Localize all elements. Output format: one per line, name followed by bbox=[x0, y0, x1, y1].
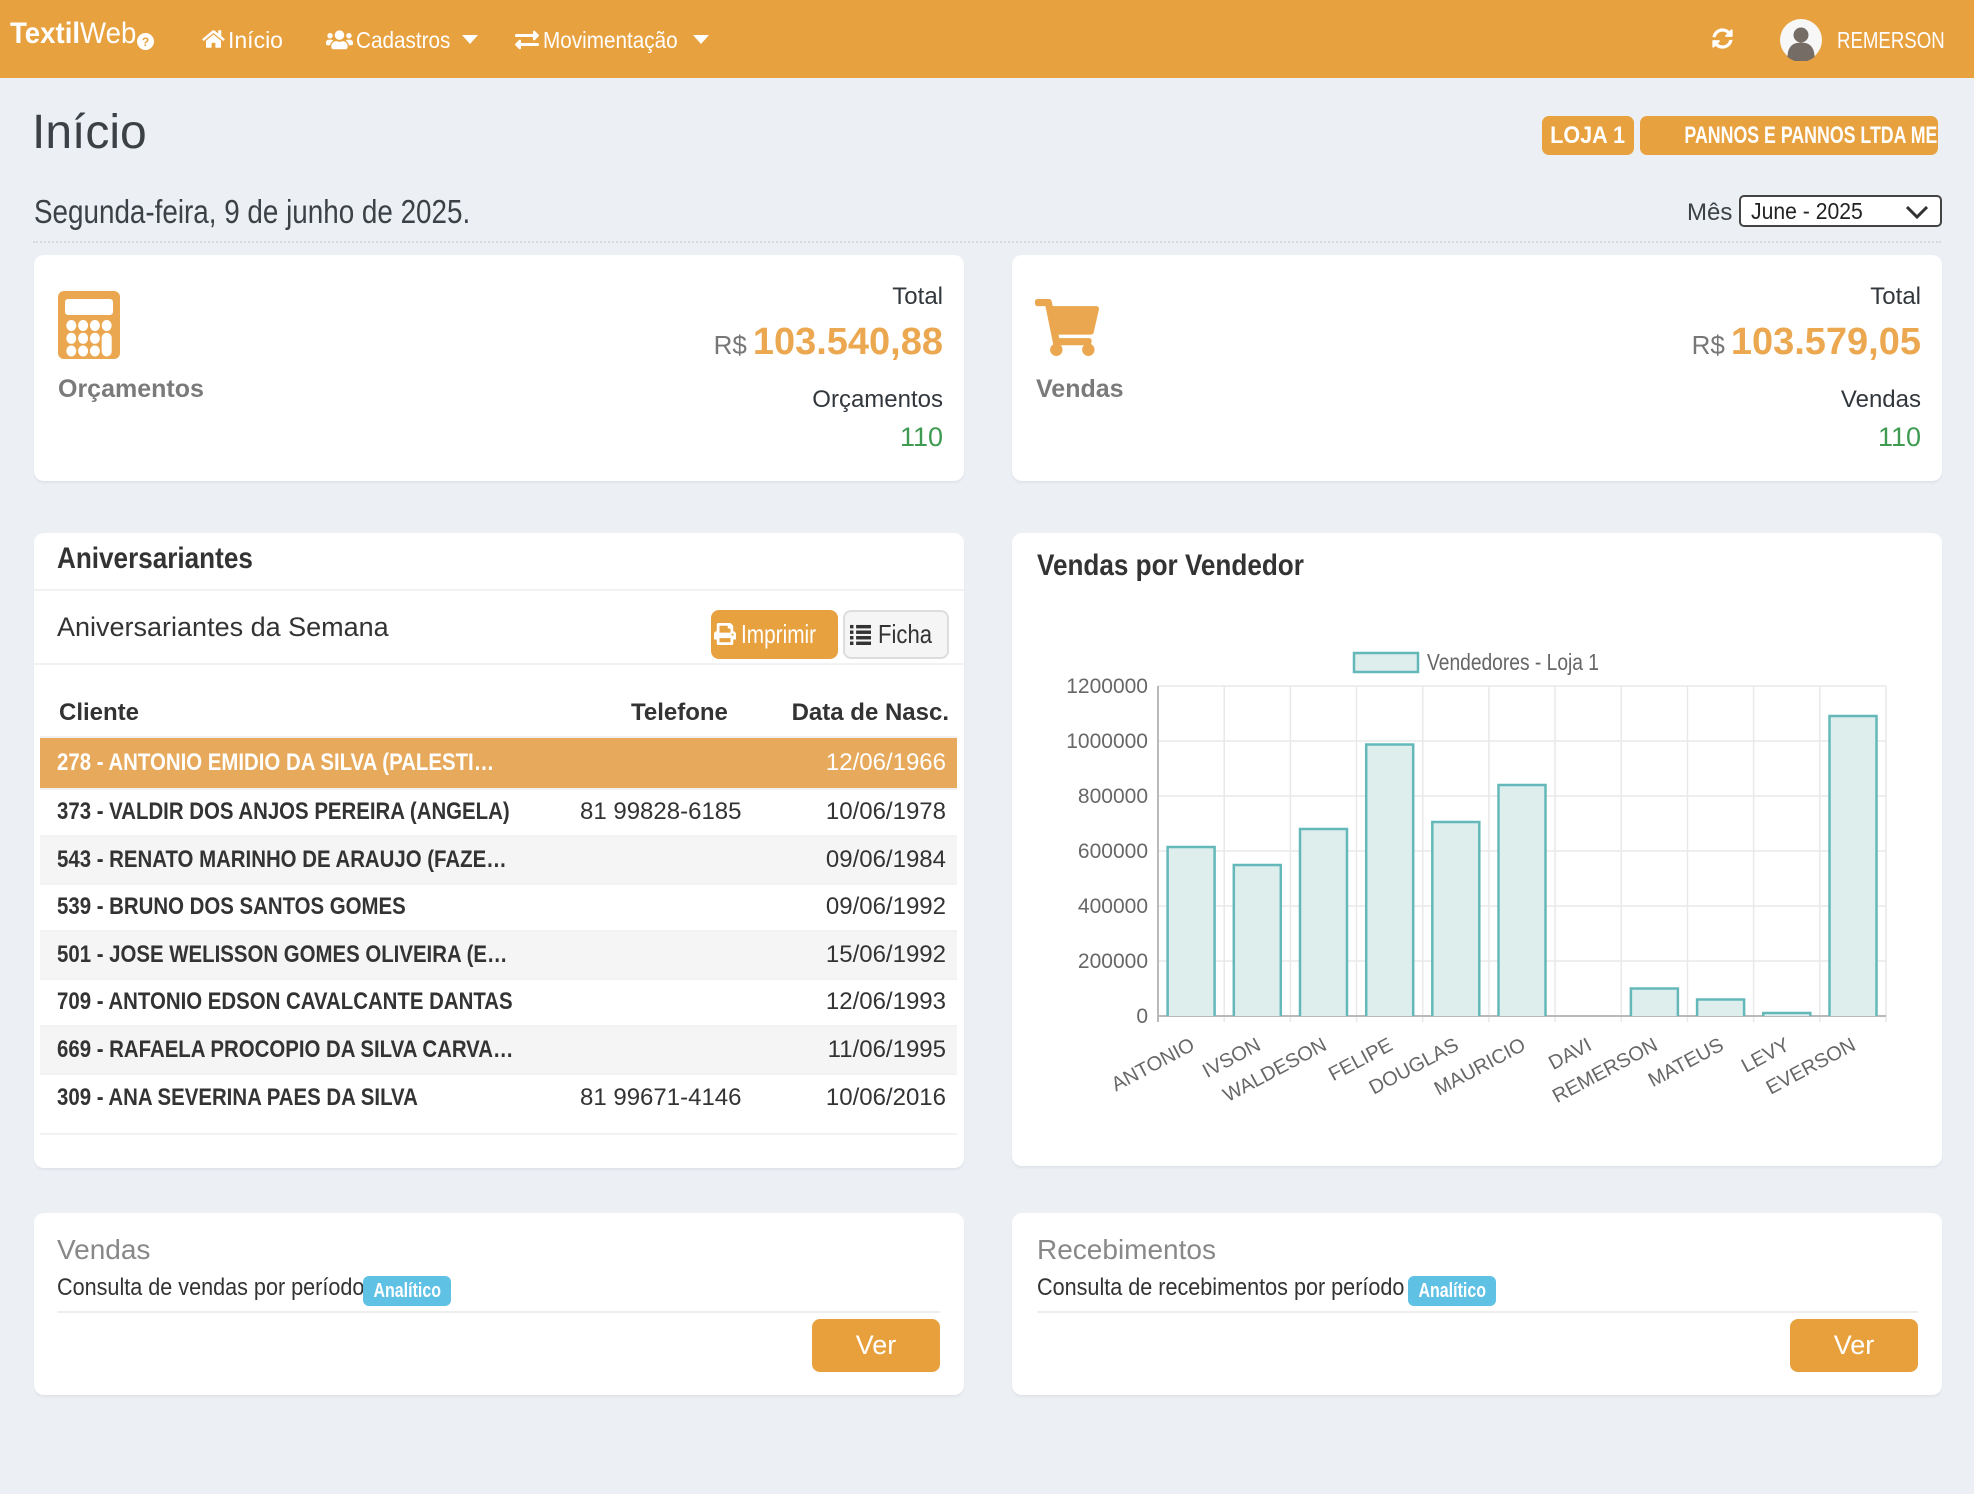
svg-text:800000: 800000 bbox=[1078, 785, 1148, 808]
svg-text:?: ? bbox=[142, 35, 149, 49]
svg-text:200000: 200000 bbox=[1078, 950, 1148, 973]
svg-text:MATEUS: MATEUS bbox=[1645, 1034, 1728, 1092]
svg-text:1200000: 1200000 bbox=[1066, 675, 1148, 698]
svg-text:Vendedores - Loja 1: Vendedores - Loja 1 bbox=[1427, 649, 1599, 675]
svg-text:400000: 400000 bbox=[1078, 895, 1148, 918]
svg-text:600000: 600000 bbox=[1078, 840, 1148, 863]
svg-text:0: 0 bbox=[1136, 1005, 1148, 1028]
svg-text:ANTONIO: ANTONIO bbox=[1108, 1034, 1198, 1096]
svg-text:1000000: 1000000 bbox=[1066, 730, 1148, 753]
